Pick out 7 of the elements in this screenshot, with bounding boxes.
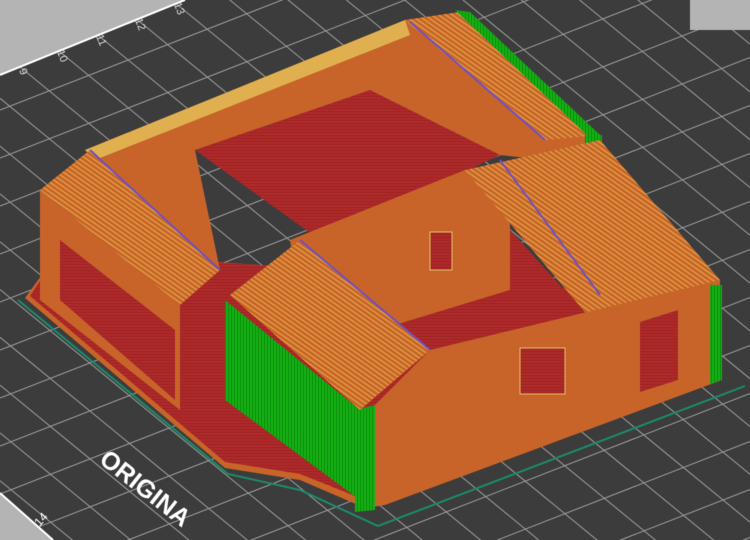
bed-edge-line xyxy=(0,492,54,540)
bed-scale-label: 13 xyxy=(170,0,187,17)
bed-scale-label: 10 xyxy=(54,48,70,64)
bed-scale-label: 12 xyxy=(132,16,148,32)
bed-scale-label: 9 xyxy=(16,66,30,77)
bed-scale-label: 14 xyxy=(31,510,51,529)
bed-scale-label: 11 xyxy=(93,32,108,48)
